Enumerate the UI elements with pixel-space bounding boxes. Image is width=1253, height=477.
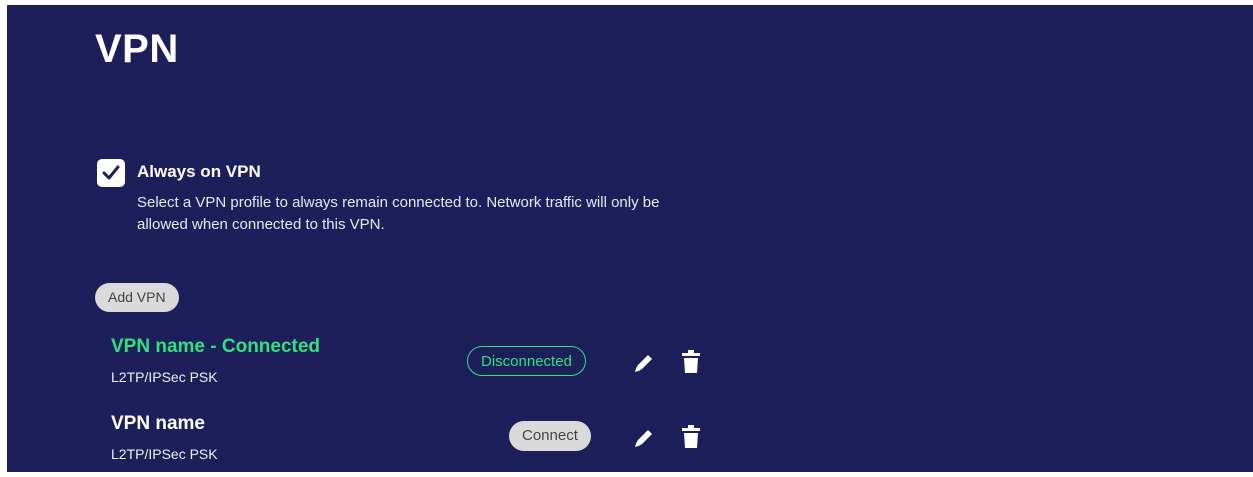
- vpn-type: L2TP/IPSec PSK: [111, 369, 218, 385]
- trash-icon[interactable]: [680, 424, 704, 450]
- pencil-icon[interactable]: [632, 351, 656, 377]
- always-on-vpn-checkbox[interactable]: [97, 159, 125, 187]
- always-on-vpn-label: Always on VPN: [137, 162, 261, 181]
- add-vpn-button[interactable]: Add VPN: [95, 283, 179, 312]
- disconnect-button[interactable]: Disconnected: [467, 346, 586, 376]
- vpn-settings-panel: VPN Always on VPN Select a VPN profile t…: [7, 5, 1253, 472]
- always-on-vpn-description: Select a VPN profile to always remain co…: [137, 194, 660, 233]
- checkmark-icon: [102, 165, 120, 180]
- vpn-name: VPN name - Connected: [111, 336, 321, 357]
- vpn-type: L2TP/IPSec PSK: [111, 446, 218, 462]
- page-title: VPN: [95, 27, 179, 71]
- vpn-name: VPN name: [111, 413, 205, 434]
- pencil-icon[interactable]: [632, 426, 656, 452]
- connect-button[interactable]: Connect: [509, 421, 591, 451]
- trash-icon[interactable]: [680, 349, 704, 375]
